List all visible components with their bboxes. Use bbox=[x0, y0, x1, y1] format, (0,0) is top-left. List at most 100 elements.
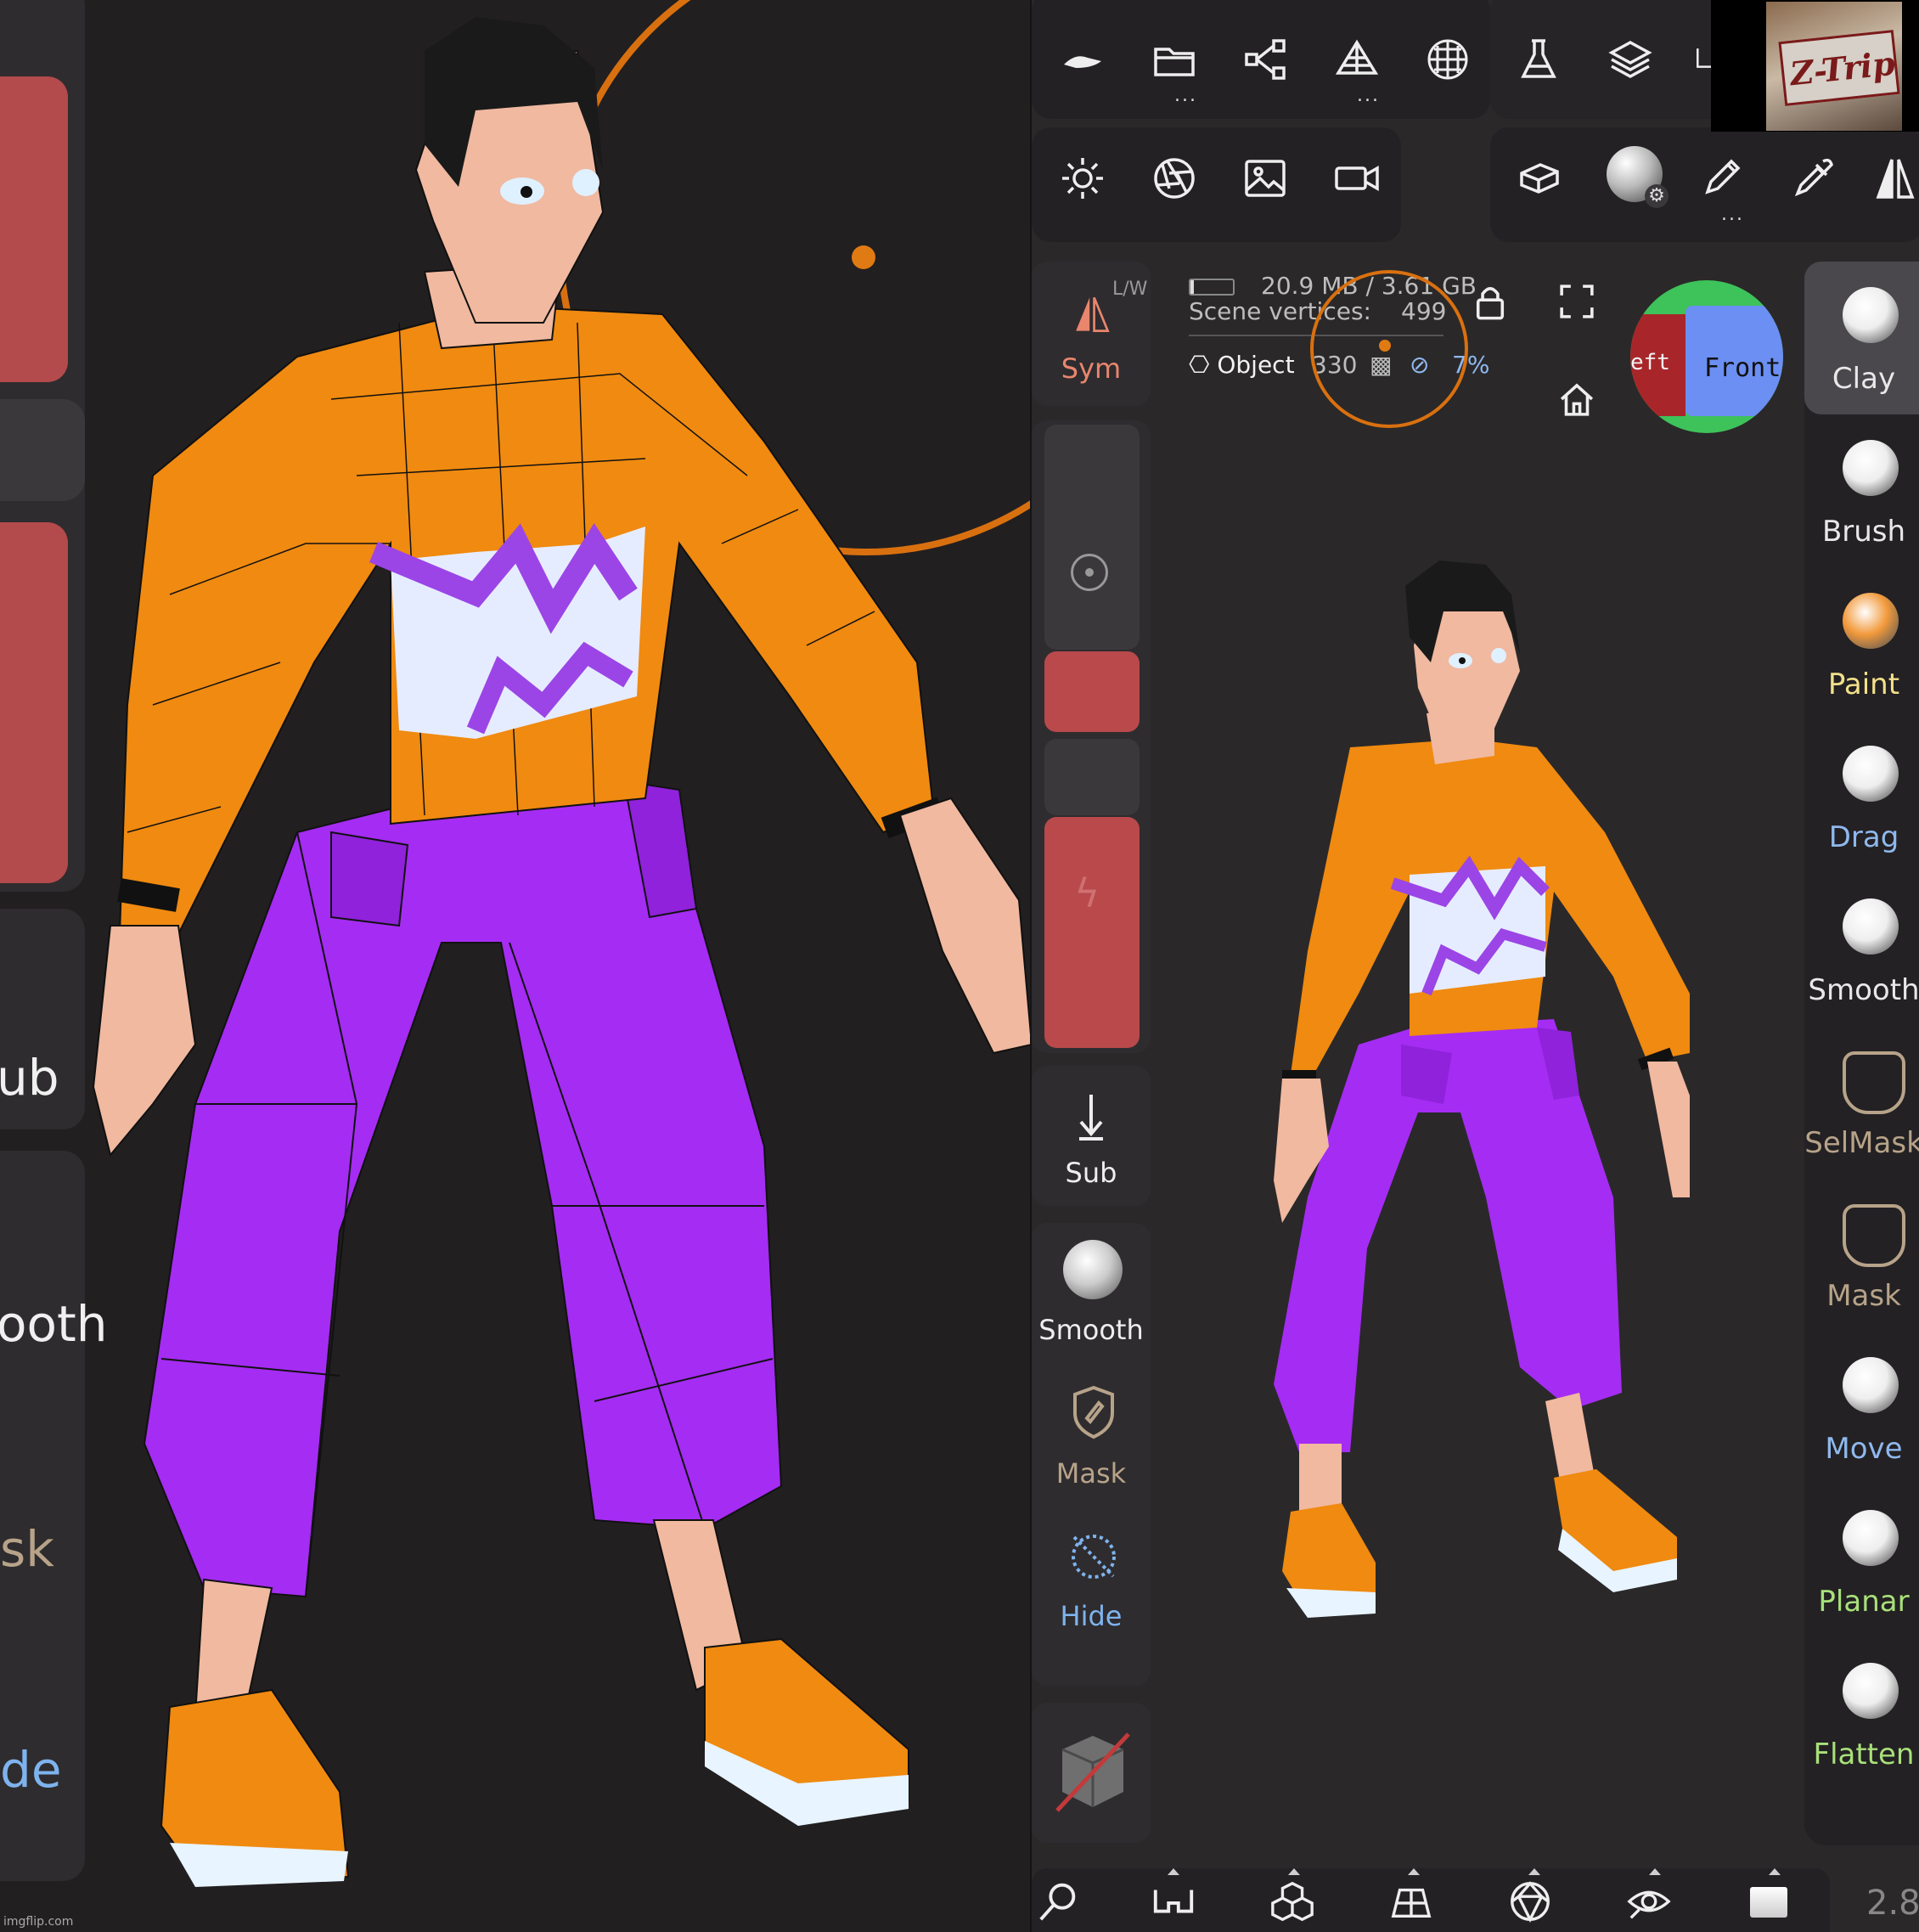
voxel-cube-icon[interactable] bbox=[1050, 1724, 1135, 1817]
sun-icon[interactable] bbox=[1053, 149, 1112, 208]
grid-plane-icon[interactable] bbox=[1388, 1878, 1439, 1929]
smooth-brush-icon[interactable] bbox=[1063, 1240, 1123, 1299]
aperture-icon[interactable] bbox=[1145, 149, 1204, 208]
selmask-brush-icon bbox=[1843, 1051, 1905, 1114]
flatten-brush-icon bbox=[1843, 1663, 1899, 1719]
album-art-image: Z-Trip bbox=[1766, 2, 1902, 131]
lock-icon[interactable] bbox=[1469, 280, 1511, 323]
caret-up-icon[interactable] bbox=[1649, 1868, 1661, 1875]
brush-selmask[interactable]: SelMask bbox=[1804, 1026, 1919, 1179]
view-cube-front-label: Front bbox=[1704, 353, 1781, 383]
hide-dots-icon[interactable] bbox=[1066, 1529, 1122, 1585]
eye-icon[interactable] bbox=[1626, 1878, 1677, 1929]
mask-brush-icon bbox=[1843, 1204, 1905, 1267]
brush-palette: Clay Brush Paint Drag Smooth SelMask Mask Move P… bbox=[1804, 262, 1919, 1845]
glasses-icon[interactable] bbox=[1151, 1878, 1201, 1929]
mask-shield-icon[interactable] bbox=[1070, 1384, 1117, 1440]
brush-label: Brush bbox=[1821, 515, 1906, 549]
brush-label: Paint bbox=[1827, 667, 1900, 701]
hat-icon[interactable] bbox=[1053, 30, 1112, 89]
symmetry-icon[interactable] bbox=[1868, 149, 1919, 208]
view-cube-left-label: eft bbox=[1630, 350, 1670, 375]
brush-label: Clay bbox=[1832, 362, 1896, 396]
brush-mask[interactable]: Mask bbox=[1804, 1179, 1919, 1332]
zoomed-viewport: ub ooth sk de imgflip.com bbox=[0, 0, 1032, 1932]
flask-icon[interactable] bbox=[1509, 30, 1568, 89]
planar-brush-icon bbox=[1843, 1510, 1899, 1566]
box-flat-icon[interactable] bbox=[1509, 149, 1568, 208]
app-window: ... ... Z-Trip ⚙ ... 20.9 MB / 3.61 GB S… bbox=[1032, 0, 1919, 1932]
pencil-icon[interactable] bbox=[1691, 149, 1751, 208]
brush-label: SelMask bbox=[1804, 1126, 1919, 1160]
smooth-label[interactable]: Smooth bbox=[1032, 1314, 1151, 1346]
radius-slider-track[interactable] bbox=[1044, 425, 1140, 650]
matcap-sphere-icon[interactable]: ⚙ bbox=[1601, 140, 1669, 208]
clay-brush-icon bbox=[1843, 287, 1899, 343]
settings-gear-icon[interactable]: ⚙ bbox=[1645, 184, 1669, 208]
caret-up-icon[interactable] bbox=[1408, 1868, 1420, 1875]
brush-planar[interactable]: Planar bbox=[1804, 1484, 1919, 1637]
brush-drag[interactable]: Drag bbox=[1804, 720, 1919, 873]
brush-smooth[interactable]: Smooth bbox=[1804, 873, 1919, 1026]
sym-mode[interactable]: L/W bbox=[1112, 279, 1147, 300]
eyedropper-icon[interactable] bbox=[1783, 149, 1843, 208]
polyhedron-icon[interactable] bbox=[1507, 1878, 1558, 1929]
fullscreen-icon[interactable] bbox=[1556, 280, 1598, 323]
square-swatch-icon[interactable] bbox=[1745, 1878, 1796, 1929]
symmetry-toggle-icon[interactable] bbox=[1070, 293, 1112, 335]
bottom-toolbar bbox=[1032, 1868, 1830, 1932]
search-icon[interactable] bbox=[1036, 1878, 1087, 1929]
radius-slider-fill[interactable] bbox=[1044, 651, 1140, 732]
brush-label: Move bbox=[1825, 1432, 1903, 1466]
arrow-down-icon[interactable] bbox=[1074, 1091, 1108, 1142]
layers-icon[interactable] bbox=[1601, 30, 1660, 89]
brush-brush-icon bbox=[1843, 440, 1899, 496]
brush-brush[interactable]: Brush bbox=[1804, 414, 1919, 567]
caret-up-icon[interactable] bbox=[1288, 1868, 1300, 1875]
brush-paint[interactable]: Paint bbox=[1804, 567, 1919, 720]
move-brush-icon bbox=[1843, 1357, 1899, 1413]
drag-brush-icon bbox=[1843, 746, 1899, 802]
version-label: 2.8 bbox=[1866, 1884, 1919, 1923]
cubes-icon[interactable] bbox=[1269, 1878, 1320, 1929]
intensity-slider-track[interactable] bbox=[1044, 739, 1140, 815]
object-row[interactable]: ⎔ Object bbox=[1189, 351, 1295, 379]
lightning-icon: ϟ bbox=[1074, 870, 1100, 916]
topology-icon[interactable] bbox=[1327, 30, 1387, 89]
sym-label: Sym bbox=[1061, 352, 1122, 385]
sphere-grid-icon[interactable] bbox=[1418, 30, 1477, 89]
brush-flatten[interactable]: Flatten bbox=[1804, 1637, 1919, 1790]
brush-clay[interactable]: Clay bbox=[1804, 262, 1919, 414]
topology-more-dots[interactable]: ... bbox=[1357, 85, 1380, 106]
pencil-more-dots[interactable]: ... bbox=[1721, 204, 1744, 225]
polyhedron-small-icon: ⎔ bbox=[1189, 351, 1210, 379]
memory-bar bbox=[1189, 279, 1235, 296]
brush-label: Mask bbox=[1826, 1279, 1901, 1313]
caret-up-icon[interactable] bbox=[1528, 1868, 1540, 1875]
folder-more-dots[interactable]: ... bbox=[1174, 85, 1197, 106]
intensity-slider-fill[interactable] bbox=[1044, 817, 1140, 1048]
caret-up-icon[interactable] bbox=[1168, 1868, 1179, 1875]
hide-label[interactable]: Hide bbox=[1032, 1600, 1151, 1632]
brush-label: Flatten bbox=[1813, 1738, 1915, 1771]
brush-label: Smooth bbox=[1808, 973, 1919, 1007]
caret-up-icon[interactable] bbox=[1769, 1868, 1781, 1875]
album-art-overlay: Z-Trip bbox=[1711, 0, 1919, 132]
radius-icon bbox=[1071, 554, 1108, 591]
mask-label[interactable]: Mask bbox=[1032, 1457, 1151, 1490]
character-model bbox=[1274, 560, 1690, 1618]
brush-move[interactable]: Move bbox=[1804, 1332, 1919, 1484]
character-model-zoom bbox=[92, 0, 1032, 1887]
brush-label: Drag bbox=[1828, 820, 1899, 854]
smooth-brush-icon bbox=[1843, 898, 1899, 955]
brush-label: Planar bbox=[1818, 1585, 1910, 1619]
paint-brush-icon bbox=[1843, 593, 1899, 649]
brush-cursor-dot bbox=[1379, 340, 1391, 352]
scene-tree-icon[interactable] bbox=[1235, 30, 1295, 89]
view-cube[interactable]: eft Front bbox=[1630, 280, 1783, 433]
home-icon[interactable] bbox=[1556, 378, 1598, 420]
folder-icon[interactable] bbox=[1145, 30, 1204, 89]
video-camera-icon[interactable] bbox=[1327, 149, 1387, 208]
image-icon[interactable] bbox=[1235, 149, 1295, 208]
sub-label: Sub bbox=[1065, 1157, 1117, 1189]
